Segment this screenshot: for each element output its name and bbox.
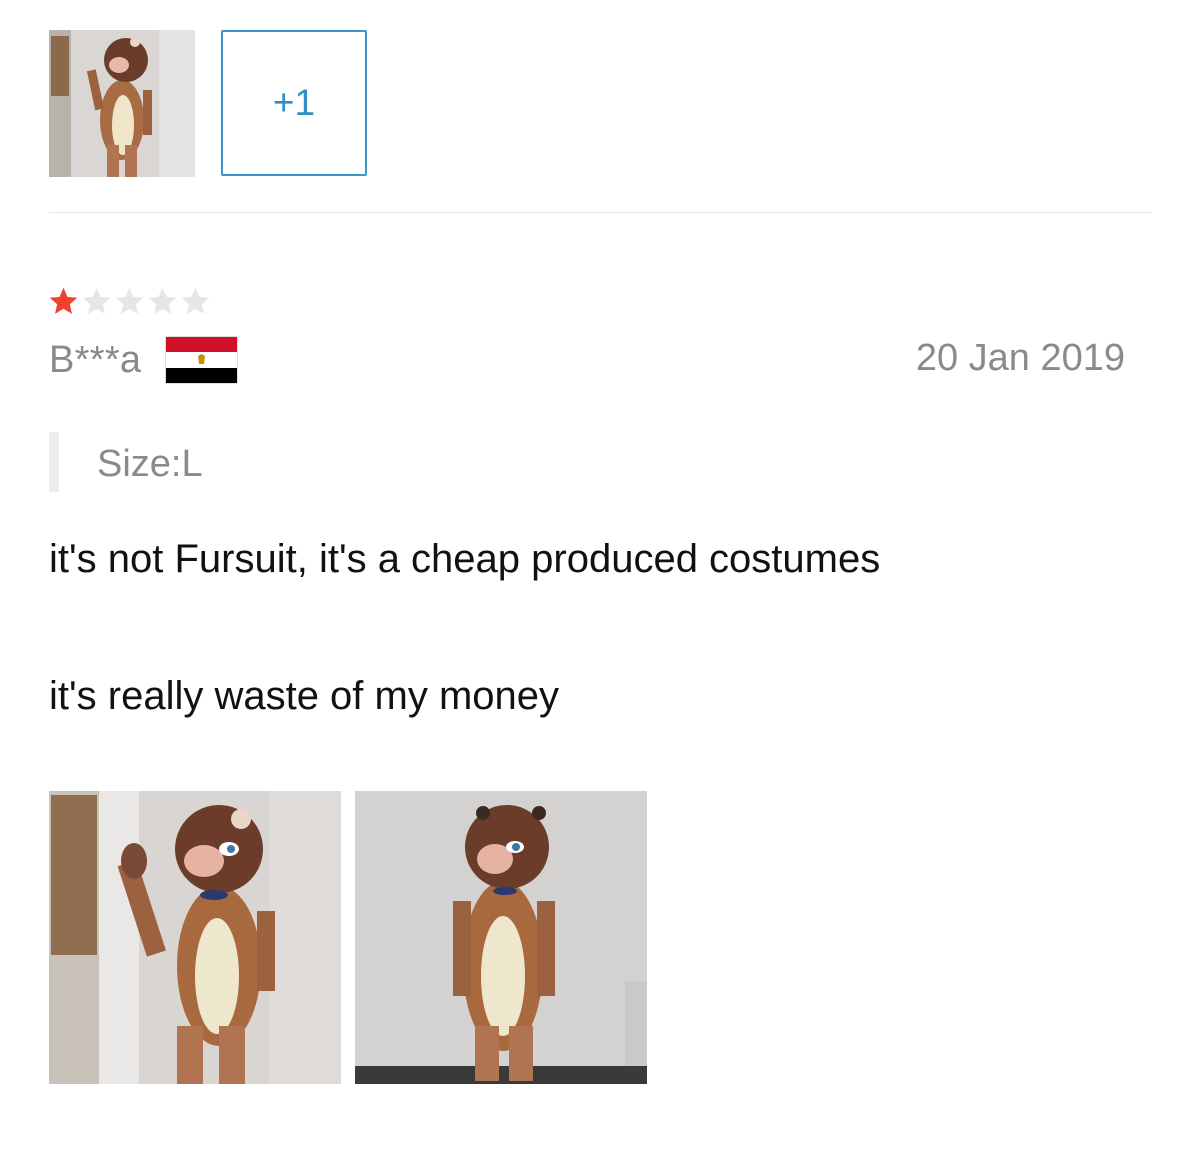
more-photos-button[interactable]: +1 (221, 30, 367, 176)
rating-stars (47, 285, 212, 318)
purchased-size: Size:L (97, 443, 203, 485)
costume-photo-image (49, 791, 341, 1084)
star-empty-icon (82, 287, 111, 314)
review-photo[interactable] (49, 791, 341, 1084)
star-empty-icon (181, 287, 210, 314)
costume-photo-image (355, 791, 647, 1084)
star-empty-icon (115, 287, 144, 314)
egypt-flag-icon (165, 336, 239, 384)
reviewer-info: B***a (49, 336, 239, 384)
size-accent-bar (49, 432, 59, 492)
reviewer-name: B***a (49, 338, 142, 381)
review-photos (49, 791, 647, 1084)
costume-photo-image (49, 30, 195, 177)
review-photo-thumbnail[interactable] (49, 30, 195, 177)
more-photos-count: +1 (272, 82, 316, 123)
review-text-line: it's really waste of my money (49, 674, 560, 718)
top-gallery: +1 (49, 30, 367, 177)
star-empty-icon (148, 287, 177, 314)
review-text-line: it's not Fursuit, it's a cheap produced … (49, 537, 881, 581)
review-photo[interactable] (355, 791, 647, 1084)
review-divider (49, 212, 1152, 213)
review-date: 20 Jan 2019 (915, 337, 1125, 379)
star-filled-icon (49, 287, 78, 314)
